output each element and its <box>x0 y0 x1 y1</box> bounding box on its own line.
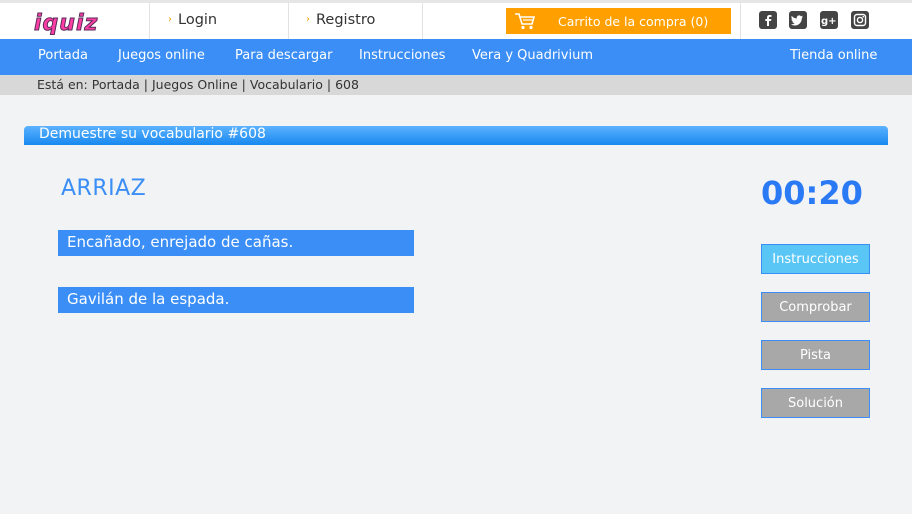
chevron-right-icon: › <box>306 14 310 25</box>
nav-item-portada[interactable]: Portada <box>38 48 88 63</box>
login-label: Login <box>178 12 218 28</box>
answer-option[interactable]: Encañado, enrejado de cañas. <box>58 230 414 256</box>
register-link[interactable]: › Registro <box>306 12 375 28</box>
game-title-bar: Demuestre su vocabulario #608 <box>24 126 888 145</box>
solution-button[interactable]: Solución <box>761 388 870 418</box>
login-link[interactable]: › Login <box>168 12 217 28</box>
cart-label: Carrito de la compra (0) <box>558 14 709 29</box>
register-label: Registro <box>316 12 376 28</box>
main-nav: Portada Juegos online Para descargar Ins… <box>0 39 912 75</box>
quiz-word: ARRIAZ <box>61 176 147 201</box>
svg-text:iquiz: iquiz <box>34 11 98 35</box>
breadcrumb: Está en: Portada | Juegos Online | Vocab… <box>0 75 912 95</box>
cart-button[interactable]: Carrito de la compra (0) <box>506 8 731 34</box>
breadcrumb-separator: | <box>241 77 246 92</box>
iquiz-logo[interactable]: iquiz <box>32 9 130 37</box>
breadcrumb-current: 608 <box>335 77 359 92</box>
nav-item-tienda-online[interactable]: Tienda online <box>790 48 877 63</box>
nav-item-instrucciones[interactable]: Instrucciones <box>359 48 445 63</box>
breadcrumb-prefix: Está en: <box>37 77 88 92</box>
divider <box>288 3 289 39</box>
answer-option-label: Encañado, enrejado de cañas. <box>67 233 294 251</box>
top-bar: iquiz › Login › Registro Carrito de la com… <box>0 0 912 39</box>
answer-option[interactable]: Gavilán de la espada. <box>58 287 414 313</box>
facebook-icon[interactable] <box>759 11 777 29</box>
divider <box>149 3 150 39</box>
answer-option-label: Gavilán de la espada. <box>67 290 230 308</box>
check-button[interactable]: Comprobar <box>761 292 870 322</box>
googleplus-icon[interactable]: g+ <box>820 11 838 29</box>
breadcrumb-separator: | <box>326 77 332 92</box>
hint-button[interactable]: Pista <box>761 340 870 370</box>
nav-item-vera-quadrivium[interactable]: Vera y Quadrivium <box>472 48 593 63</box>
nav-item-juegos-online[interactable]: Juegos online <box>118 48 205 63</box>
game-title: Demuestre su vocabulario #608 <box>39 126 266 142</box>
breadcrumb-item[interactable]: Vocabulario <box>250 77 323 92</box>
divider <box>422 3 423 39</box>
divider <box>740 3 741 39</box>
twitter-icon[interactable] <box>789 11 807 29</box>
instructions-button[interactable]: Instrucciones <box>761 244 870 274</box>
nav-item-para-descargar[interactable]: Para descargar <box>235 48 332 63</box>
shopping-cart-icon <box>514 12 536 30</box>
timer: 00:20 <box>761 174 863 212</box>
svg-text:g+: g+ <box>821 16 837 27</box>
instagram-icon[interactable] <box>851 11 869 29</box>
breadcrumb-item[interactable]: Portada <box>92 77 140 92</box>
chevron-right-icon: › <box>168 14 172 25</box>
breadcrumb-separator: | <box>143 77 149 92</box>
breadcrumb-item[interactable]: Juegos Online <box>152 77 238 92</box>
